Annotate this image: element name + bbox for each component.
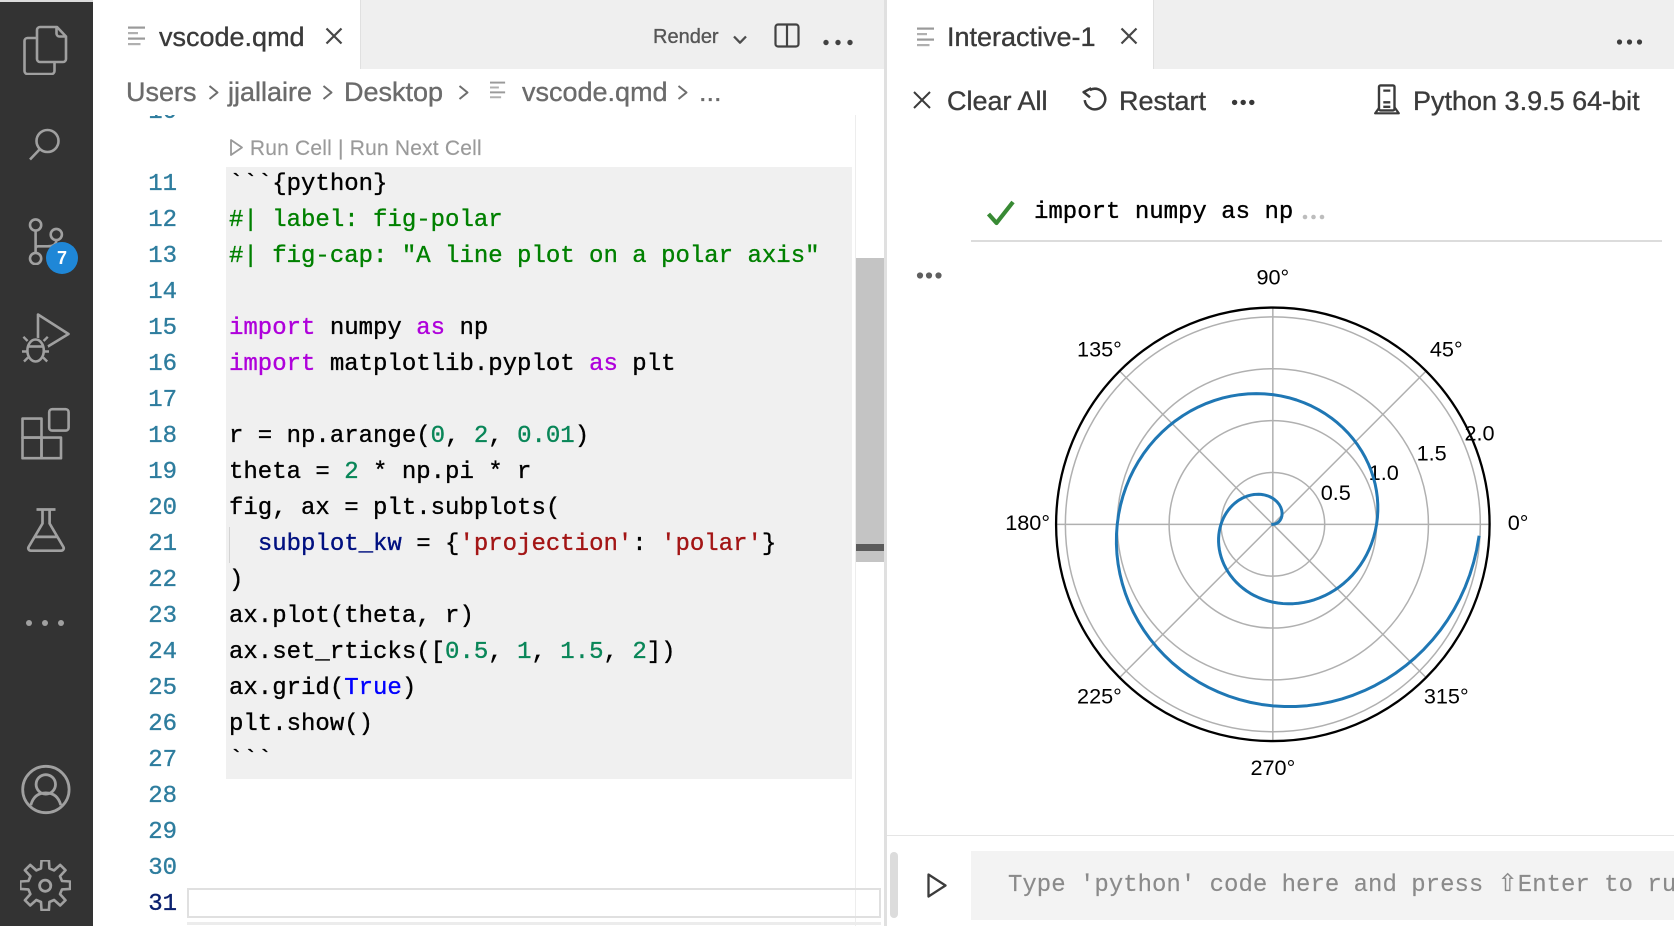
svg-text:135°: 135° [1077,337,1122,362]
svg-text:0°: 0° [1508,510,1529,535]
svg-text:45°: 45° [1430,337,1463,362]
svg-text:225°: 225° [1077,683,1122,708]
svg-text:90°: 90° [1256,265,1289,290]
svg-text:315°: 315° [1424,683,1469,708]
svg-text:1.5: 1.5 [1417,440,1447,465]
svg-text:270°: 270° [1250,755,1295,780]
svg-text:0.5: 0.5 [1321,480,1351,505]
svg-text:180°: 180° [1005,510,1050,535]
